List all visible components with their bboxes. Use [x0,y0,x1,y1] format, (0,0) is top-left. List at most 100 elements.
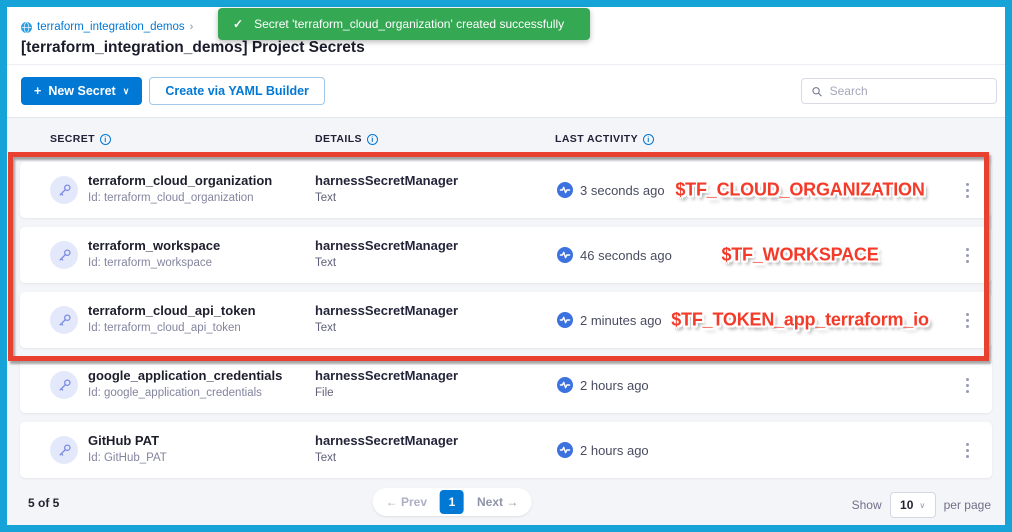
secret-type: Text [315,452,458,464]
secret-manager: harnessSecretManager [315,433,458,448]
secret-details-cell: harnessSecretManager Text [315,238,458,269]
row-menu-button[interactable] [960,440,974,460]
kebab-icon [966,449,969,452]
table-row[interactable]: GitHub PAT Id: GitHub_PAT harnessSecretM… [20,422,992,478]
page-1-button[interactable]: 1 [440,490,464,514]
toast-message: Secret 'terraform_cloud_organization' cr… [254,17,564,31]
page-size-select[interactable]: 10 ∨ [890,492,936,518]
info-icon[interactable]: i [643,134,654,145]
check-icon: ✓ [233,17,243,31]
row-menu-button[interactable] [960,375,974,395]
activity-icon [557,247,573,263]
breadcrumb-project-link[interactable]: terraform_integration_demos [37,21,185,33]
secret-name: terraform_cloud_organization [88,173,272,188]
row-menu-button[interactable] [960,245,974,265]
table-row[interactable]: google_application_credentials Id: googl… [20,357,992,413]
secret-manager: harnessSecretManager [315,238,458,253]
secret-id: Id: GitHub_PAT [88,452,167,464]
row-count: 5 of 5 [28,496,59,510]
new-secret-button[interactable]: + New Secret ∨ [21,77,142,105]
key-icon [57,443,72,458]
chevron-down-icon: ∨ [919,501,925,510]
prev-page-button[interactable]: ← Prev [377,495,436,509]
secret-type: Text [315,322,458,334]
key-icon [57,183,72,198]
page-size-control: Show 10 ∨ per page [852,492,991,518]
secret-key-badge [50,306,78,334]
activity-icon [557,442,573,458]
secret-manager: harnessSecretManager [315,368,458,383]
secret-details-cell: harnessSecretManager File [315,368,458,399]
project-secrets-page: terraform_integration_demos › [terraform… [7,7,1005,525]
pagination: ← Prev 1 Next → [373,488,532,516]
info-icon[interactable]: i [367,134,378,145]
row-menu-button[interactable] [960,310,974,330]
secret-rows: terraform_cloud_organization Id: terrafo… [20,162,992,487]
table-row[interactable]: terraform_workspace Id: terraform_worksp… [20,227,992,283]
secret-name-cell: terraform_cloud_organization Id: terrafo… [88,173,272,204]
plus-icon: + [34,84,41,98]
column-label: LAST ACTIVITY [555,133,638,145]
secret-details-cell: harnessSecretManager Text [315,173,458,204]
per-page-label: per page [944,498,991,512]
search-icon [811,85,823,98]
kebab-icon [966,319,969,322]
last-activity-cell: 2 minutes ago [557,312,662,328]
action-bar: + New Secret ∨ Create via YAML Builder [7,64,1005,118]
env-var-annotation: $TF_CLOUD_ORGANIZATION [675,180,924,201]
kebab-icon [966,384,969,387]
page-header: terraform_integration_demos › [terraform… [7,7,1005,64]
activity-icon [557,182,573,198]
last-activity-cell: 3 seconds ago [557,182,665,198]
secret-name: terraform_workspace [88,238,220,253]
secret-manager: harnessSecretManager [315,303,458,318]
project-icon [21,22,32,33]
last-activity-cell: 2 hours ago [557,442,649,458]
column-label: SECRET [50,133,95,145]
last-activity-text: 2 minutes ago [580,313,662,328]
activity-icon [557,377,573,393]
secret-id: Id: terraform_workspace [88,257,220,269]
yaml-builder-label: Create via YAML Builder [165,84,309,98]
env-var-annotation: $TF_WORKSPACE [721,245,878,266]
secrets-table: SECRET i DETAILS i LAST ACTIVITY i terra… [7,118,1005,525]
new-secret-label: New Secret [48,84,115,98]
secret-key-badge [50,241,78,269]
row-menu-button[interactable] [960,180,974,200]
secret-key-badge [50,436,78,464]
secret-details-cell: harnessSecretManager Text [315,303,458,334]
page-title: [terraform_integration_demos] Project Se… [21,39,1005,57]
search-input[interactable] [830,84,987,98]
column-label: DETAILS [315,133,362,145]
activity-icon [557,312,573,328]
secret-name-cell: terraform_cloud_api_token Id: terraform_… [88,303,256,334]
last-activity-text: 3 seconds ago [580,183,665,198]
secret-name-cell: terraform_workspace Id: terraform_worksp… [88,238,220,269]
secret-type: Text [315,192,458,204]
yaml-builder-button[interactable]: Create via YAML Builder [149,77,325,105]
secret-type: File [315,387,458,399]
last-activity-cell: 46 seconds ago [557,247,672,263]
key-icon [57,313,72,328]
secret-id: Id: terraform_cloud_organization [88,192,272,204]
last-activity-text: 46 seconds ago [580,248,672,263]
next-page-button[interactable]: Next → [468,495,527,509]
table-row[interactable]: terraform_cloud_api_token Id: terraform_… [20,292,992,348]
kebab-icon [966,254,969,257]
search-box[interactable] [801,78,997,104]
column-header-secret: SECRET i [50,133,111,145]
last-activity-text: 2 hours ago [580,378,649,393]
kebab-icon [966,189,969,192]
table-row[interactable]: terraform_cloud_organization Id: terrafo… [20,162,992,218]
secret-id: Id: google_application_credentials [88,387,282,399]
page-size-value: 10 [900,498,913,512]
info-icon[interactable]: i [100,134,111,145]
secret-details-cell: harnessSecretManager Text [315,433,458,464]
chevron-down-icon: ∨ [123,86,130,97]
key-icon [57,248,72,263]
breadcrumb-separator: › [190,21,194,33]
secret-name: google_application_credentials [88,368,282,383]
secret-key-badge [50,371,78,399]
last-activity-cell: 2 hours ago [557,377,649,393]
secret-name-cell: google_application_credentials Id: googl… [88,368,282,399]
